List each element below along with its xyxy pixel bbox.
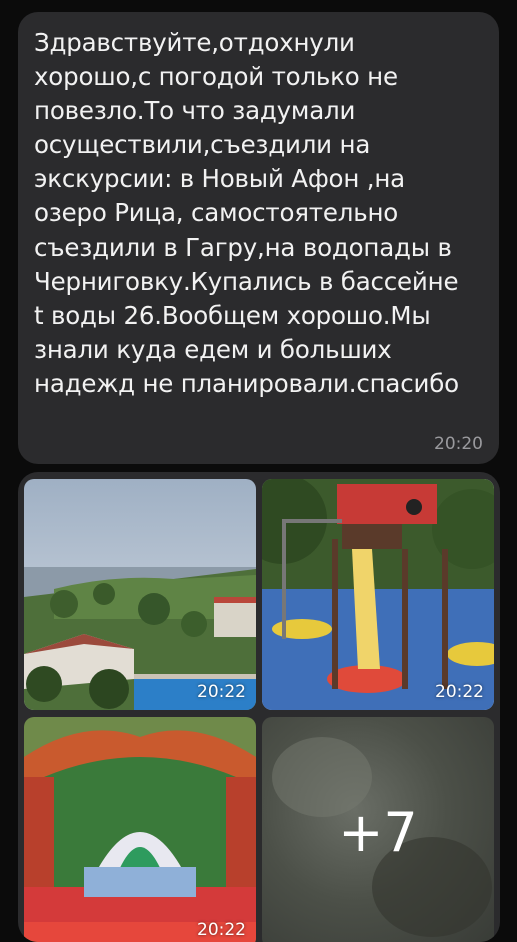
photo-resort-coast[interactable]: 20:22	[24, 479, 256, 710]
more-photos-count: +7	[338, 801, 418, 864]
photo-timestamp: 20:22	[435, 682, 484, 702]
message-text: Здравствуйте,отдохнули хорошо,с погодой …	[34, 28, 459, 398]
photo-inflatable-castle[interactable]: 20:22	[24, 717, 256, 942]
photo-timestamp: 20:22	[197, 682, 246, 702]
message-bubble[interactable]: Здравствуйте,отдохнули хорошо,с погодой …	[18, 12, 499, 464]
photo-album: 20:22 20:22 20:22 +7	[18, 472, 500, 942]
photo-timestamp: 20:22	[197, 920, 246, 940]
photo-playground[interactable]: 20:22	[262, 479, 494, 710]
message-timestamp: 20:20	[434, 434, 483, 454]
photo-more-overlay[interactable]: +7	[262, 717, 494, 942]
